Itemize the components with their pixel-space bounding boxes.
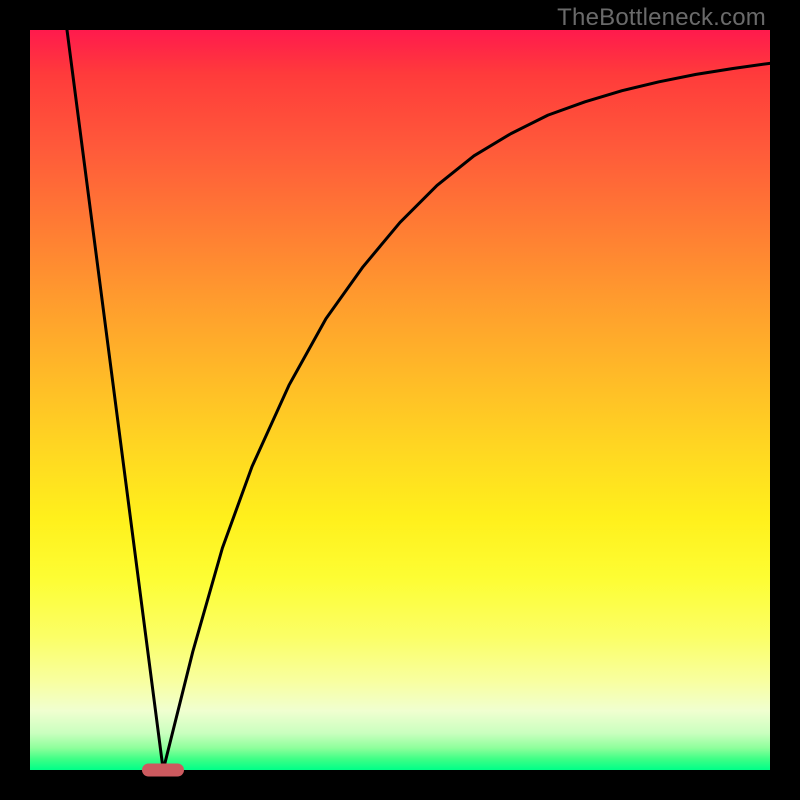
chart-frame: TheBottleneck.com <box>0 0 800 800</box>
chart-curves <box>30 30 770 770</box>
watermark-text: TheBottleneck.com <box>557 4 766 32</box>
bottleneck-marker <box>142 764 184 777</box>
curve-path <box>67 30 770 770</box>
plot-area <box>30 30 770 770</box>
